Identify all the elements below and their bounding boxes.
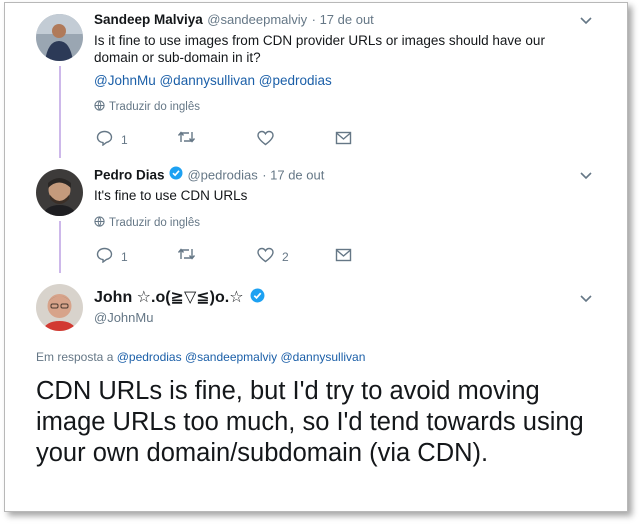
tweet-date[interactable]: · 17 de out — [312, 12, 374, 27]
tweet-header: Sandeep Malviya @sandeepmalviy · 17 de o… — [94, 11, 374, 29]
tweet-date[interactable]: · 17 de out — [262, 168, 324, 183]
translate-label: Traduzir do inglês — [109, 101, 200, 113]
like-count: 2 — [282, 249, 289, 264]
translate-link[interactable]: Traduzir do inglês — [94, 216, 200, 230]
verified-icon — [250, 288, 265, 308]
reply-button[interactable]: 1 — [96, 247, 128, 266]
thread-line — [59, 221, 61, 273]
message-button[interactable] — [335, 248, 352, 265]
tweet-thread-card: Sandeep Malviya @sandeepmalviy · 17 de o… — [4, 2, 628, 512]
translate-link[interactable]: Traduzir do inglês — [94, 100, 200, 114]
chevron-down-icon[interactable] — [577, 169, 595, 183]
translate-label: Traduzir do inglês — [109, 217, 200, 229]
author-name[interactable]: Pedro Dias — [94, 168, 165, 183]
tweet-text: It's fine to use CDN URLs — [94, 188, 248, 203]
tweet-mentions[interactable]: @JohnMu @dannysullivan @pedrodias — [94, 72, 332, 89]
author-name[interactable]: Sandeep Malviya — [94, 12, 203, 27]
reply-count: 1 — [121, 249, 128, 264]
author-handle[interactable]: @sandeepmalviy — [207, 12, 307, 27]
avatar[interactable] — [36, 284, 83, 331]
reply-button[interactable]: 1 — [96, 130, 128, 149]
retweet-icon — [177, 246, 196, 265]
author-handle[interactable]: @pedrodias — [187, 168, 257, 183]
like-button[interactable]: 2 — [257, 247, 289, 266]
like-button[interactable] — [257, 130, 274, 149]
reply-to-links[interactable]: @pedrodias @sandeepmalviy @dannysullivan — [117, 350, 366, 364]
message-icon — [335, 248, 352, 265]
reply-prefix: Em resposta a — [36, 350, 114, 364]
reply-context: Em resposta a @pedrodias @sandeepmalviy … — [36, 350, 365, 364]
avatar[interactable] — [36, 169, 83, 216]
avatar[interactable] — [36, 14, 83, 61]
main-author[interactable]: John ☆.o(≧▽≦)o.☆ — [94, 287, 265, 308]
retweet-icon — [177, 129, 196, 148]
retweet-button[interactable] — [177, 246, 196, 265]
message-icon — [335, 131, 352, 148]
reply-icon — [96, 247, 113, 266]
reply-count: 1 — [121, 132, 128, 147]
message-button[interactable] — [335, 131, 352, 148]
chevron-down-icon[interactable] — [577, 14, 595, 28]
author-name[interactable]: John ☆.o(≧▽≦)o.☆ — [94, 289, 244, 306]
like-icon — [257, 247, 274, 266]
verified-icon — [169, 166, 183, 185]
reply-icon — [96, 130, 113, 149]
tweet-header: Pedro Dias @pedrodias · 17 de out — [94, 166, 324, 185]
like-icon — [257, 130, 274, 149]
thread-line — [59, 66, 61, 158]
main-tweet-text: CDN URLs is fine, but I'd try to avoid m… — [36, 377, 584, 467]
tweet-text: Is it fine to use images from CDN provid… — [94, 33, 545, 65]
globe-icon — [94, 100, 105, 114]
author-handle[interactable]: @JohnMu — [94, 310, 153, 325]
chevron-down-icon[interactable] — [577, 292, 595, 306]
retweet-button[interactable] — [177, 129, 196, 148]
globe-icon — [94, 216, 105, 230]
